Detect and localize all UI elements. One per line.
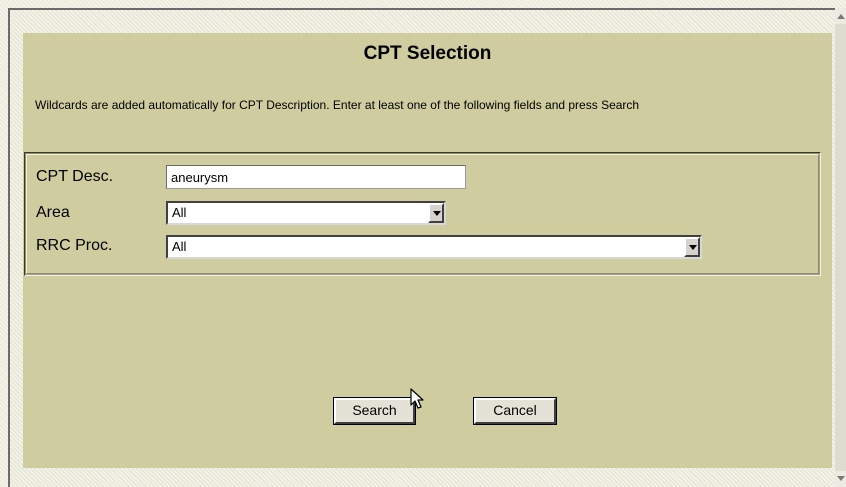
area-select-value: All xyxy=(172,205,187,220)
instructions-text: Wildcards are added automatically for CP… xyxy=(35,98,640,112)
scroll-up-arrow-icon[interactable] xyxy=(835,8,846,24)
rrc-proc-select-value: All xyxy=(172,239,187,254)
search-fields-group: CPT Desc. Area All RRC Proc. All xyxy=(24,152,821,276)
area-select[interactable]: All xyxy=(166,201,446,225)
cpt-selection-dialog: CPT Selection Wildcards are added automa… xyxy=(8,8,837,487)
rrc-proc-label: RRC Proc. xyxy=(36,237,113,254)
chevron-down-icon[interactable] xyxy=(684,237,700,257)
pointer-cursor-icon xyxy=(410,388,424,409)
cpt-desc-label: CPT Desc. xyxy=(36,168,114,185)
scroll-down-arrow-icon[interactable] xyxy=(835,471,846,487)
chevron-down-icon[interactable] xyxy=(428,203,444,223)
search-button[interactable]: Search xyxy=(333,397,416,425)
cancel-button[interactable]: Cancel xyxy=(473,397,557,425)
dialog-title: CPT Selection xyxy=(363,43,492,64)
rrc-proc-select[interactable]: All xyxy=(166,235,702,259)
cpt-desc-input[interactable] xyxy=(166,165,466,189)
area-label: Area xyxy=(36,204,70,221)
vertical-scrollbar[interactable] xyxy=(835,8,846,487)
